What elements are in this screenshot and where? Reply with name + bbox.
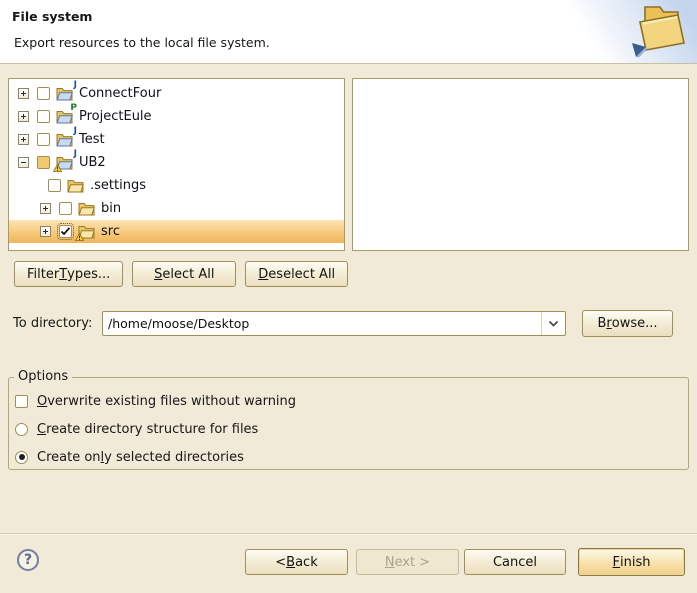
footer-separator	[0, 533, 697, 535]
option-row: Create only selected directories	[15, 449, 244, 465]
tree-indent	[9, 231, 40, 232]
wizard-header: File system Export resources to the loca…	[0, 0, 697, 64]
next-button[interactable]: Next >	[356, 549, 459, 575]
export-wizard-dialog: File system Export resources to the loca…	[0, 0, 697, 593]
folder-icon	[78, 201, 96, 216]
option-label: Overwrite existing files without warning	[37, 394, 296, 409]
expand-plus-icon[interactable]	[40, 203, 51, 214]
tree-item-label: UB2	[79, 155, 106, 170]
overwrite-checkbox[interactable]	[15, 395, 28, 408]
filter-types-button[interactable]: Filter Types...	[14, 261, 123, 287]
java-project-folder-icon: J	[56, 86, 74, 101]
tree-item-label: ConnectFour	[79, 86, 161, 101]
warning-overlay-icon	[75, 233, 84, 241]
project-nature-decorator-icon: P	[70, 104, 77, 113]
options-body: Overwrite existing files without warning…	[9, 378, 688, 469]
finish-button[interactable]: Finish	[578, 548, 685, 576]
tree-row[interactable]: bin	[9, 197, 344, 220]
tree-item-label: src	[101, 224, 120, 239]
options-group: Options Overwrite existing files without…	[8, 377, 689, 470]
folder-icon	[78, 224, 96, 239]
option-radio-button[interactable]	[15, 423, 28, 436]
tree-checkbox[interactable]	[59, 202, 72, 215]
tree-checkbox[interactable]	[37, 133, 50, 146]
browse-button[interactable]: Browse...	[582, 310, 673, 337]
tree-row[interactable]: PProjectEule	[9, 105, 344, 128]
tree-indent	[9, 139, 18, 140]
tree-checkbox[interactable]	[37, 156, 50, 169]
collapse-minus-icon[interactable]	[18, 157, 29, 168]
warning-overlay-icon	[53, 164, 62, 172]
cancel-button[interactable]: Cancel	[464, 549, 566, 575]
tree-indent	[9, 162, 18, 163]
option-radio-button[interactable]	[15, 451, 28, 464]
resource-tree-panel: JConnectFourPProjectEuleJTestJUB2.settin…	[8, 78, 345, 251]
page-subtitle: Export resources to the local file syste…	[14, 35, 270, 50]
chevron-down-icon	[548, 320, 559, 327]
tree-row[interactable]: JTest	[9, 128, 344, 151]
page-title: File system	[12, 9, 92, 24]
project-nature-decorator-icon: J	[74, 81, 77, 90]
help-button[interactable]: ?	[17, 549, 39, 571]
combo-dropdown-button[interactable]	[541, 312, 565, 335]
java-project-folder-icon: J	[56, 155, 74, 170]
expand-plus-icon[interactable]	[18, 134, 29, 145]
option-row: Create directory structure for files	[15, 421, 258, 437]
expand-plus-icon[interactable]	[18, 88, 29, 99]
project-nature-decorator-icon: J	[74, 150, 77, 159]
tree-checkbox[interactable]	[59, 225, 72, 238]
tree-indent	[9, 116, 18, 117]
tree-body: JConnectFourPProjectEuleJTestJUB2.settin…	[9, 79, 344, 250]
back-button[interactable]: < Back	[245, 549, 348, 575]
tree-indent	[9, 208, 40, 209]
tree-row[interactable]: JConnectFour	[9, 82, 344, 105]
project-nature-decorator-icon: J	[74, 127, 77, 136]
deselect-all-button[interactable]: Deselect All	[245, 261, 348, 287]
directory-input[interactable]	[103, 312, 541, 335]
tree-indent	[9, 185, 48, 186]
select-all-button[interactable]: Select All	[132, 261, 236, 287]
tree-row[interactable]: JUB2	[9, 151, 344, 174]
export-folder-icon	[629, 3, 687, 60]
to-directory-label: To directory:	[13, 310, 92, 337]
tree-row[interactable]: src	[9, 220, 344, 243]
expand-plus-icon[interactable]	[18, 111, 29, 122]
tree-checkbox[interactable]	[37, 110, 50, 123]
java-project-folder-icon: P	[56, 109, 74, 124]
tree-action-buttons: Filter Types... Select All Deselect All	[14, 261, 348, 287]
file-list-panel[interactable]	[352, 78, 689, 251]
tree-checkbox[interactable]	[37, 87, 50, 100]
tree-indent	[9, 93, 18, 94]
folder-icon	[67, 178, 85, 193]
java-project-folder-icon: J	[56, 132, 74, 147]
directory-combo	[102, 311, 566, 336]
option-row: Overwrite existing files without warning	[15, 393, 296, 409]
tree-item-label: bin	[101, 201, 121, 216]
option-label: Create only selected directories	[37, 450, 244, 465]
tree-row[interactable]: .settings	[9, 174, 344, 197]
tree-item-label: ProjectEule	[79, 109, 152, 124]
tree-item-label: .settings	[90, 178, 146, 193]
option-label: Create directory structure for files	[37, 422, 258, 437]
expand-plus-icon[interactable]	[40, 226, 51, 237]
tree-checkbox[interactable]	[48, 179, 61, 192]
tree-item-label: Test	[79, 132, 105, 147]
